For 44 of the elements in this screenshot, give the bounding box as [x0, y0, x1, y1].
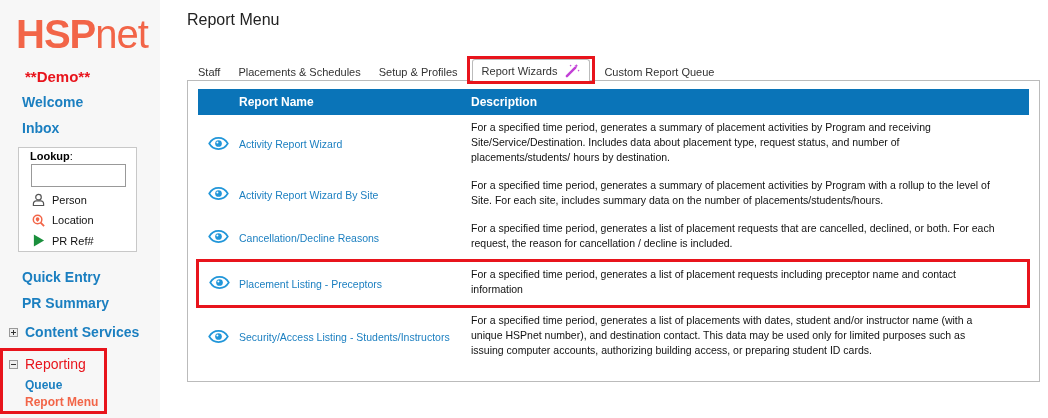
location-search-icon[interactable]	[32, 213, 45, 227]
nav-link[interactable]: Quick Entry	[22, 264, 101, 290]
collapse-icon[interactable]	[9, 359, 18, 369]
report-description: For a specified time period, generates a list of placement requests that are cancelled, declined, or both. For each request, the reason for cancellation / decline is included.	[471, 222, 995, 249]
page-title: Report Menu	[187, 11, 281, 29]
nav-link[interactable]: Inbox	[22, 115, 60, 141]
report-description: For a specified time period, generates a list of placement requests including preceptor name and contact information	[471, 268, 957, 295]
view-icon[interactable]	[207, 329, 229, 343]
column-header: Description	[471, 95, 537, 109]
tab[interactable]: Custom Report Queue	[598, 62, 721, 81]
report-description: For a specified time period, generates a summary of placement activities by Program and receiving Site/Service/Destination. Includes data about placement type, request status, and number of placements/students/ hours by destination.	[471, 121, 931, 163]
view-icon[interactable]	[207, 187, 229, 200]
logo: HSPnet	[16, 12, 148, 56]
lookup-label: Lookup:	[30, 150, 73, 162]
nav-group[interactable]: Reporting	[25, 351, 86, 377]
report-description: For a specified time period, generates a list of placements with dates, student and/or instructor name (with a unique HSPnet number), and destination contact. This data may be used only for limited purposes such as issuing computer accounts, authorizing building access, or preparing student ID cards.	[471, 314, 973, 356]
report-link[interactable]: Cancellation/Decline Reasons	[239, 231, 380, 244]
nav-sub-link[interactable]: Queue	[25, 377, 63, 394]
expand-icon[interactable]	[9, 327, 18, 337]
person-icon[interactable]	[32, 193, 45, 207]
lookup-link[interactable]: PR Ref#	[52, 234, 94, 247]
play-icon[interactable]	[32, 234, 45, 248]
nav-link[interactable]: Welcome	[22, 89, 84, 115]
nav-group[interactable]: Content Services	[25, 319, 140, 345]
magic-wand-icon	[565, 63, 581, 78]
view-icon[interactable]	[207, 230, 229, 243]
report-link[interactable]: Placement Listing - Preceptors	[239, 277, 382, 290]
report-link[interactable]: Activity Report Wizard	[239, 138, 343, 150]
report-link[interactable]: Security/Access Listing - Students/Instructors	[239, 331, 450, 343]
report-link[interactable]: Activity Report Wizard By Site	[239, 188, 379, 201]
nav-sub-link[interactable]: Report Menu	[25, 394, 99, 411]
view-icon[interactable]	[207, 136, 229, 150]
lookup-field[interactable]	[31, 164, 126, 187]
lookup-link[interactable]: Location	[52, 214, 94, 227]
lookup-link[interactable]: Person	[52, 193, 87, 206]
tab[interactable]: Staff	[192, 62, 227, 81]
tab[interactable]: Report Wizards	[471, 59, 591, 81]
column-header: Report Name	[239, 95, 314, 109]
tab[interactable]: Setup & Profiles	[372, 62, 464, 81]
tab[interactable]: Placements & Schedules	[232, 62, 367, 81]
nav-link[interactable]: PR Summary	[22, 290, 110, 316]
view-icon[interactable]	[208, 276, 230, 289]
demo-label: **Demo**	[25, 68, 91, 85]
report-description: For a specified time period, generates a summary of placement activities by Program with a rollup to the level of Site. For each site, includes summary data on the number of placements/students/hours.	[471, 179, 990, 206]
